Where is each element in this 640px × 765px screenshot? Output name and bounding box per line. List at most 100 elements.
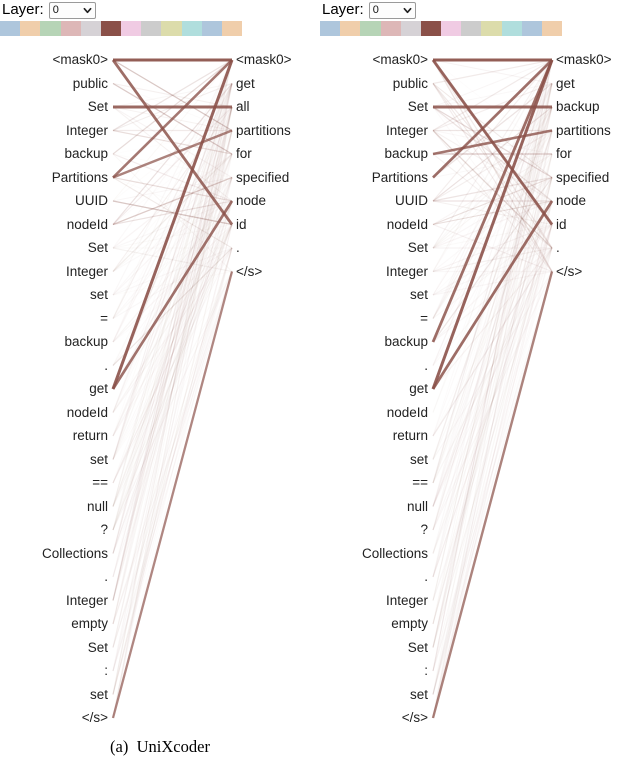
source-token[interactable]: Collections (362, 546, 428, 561)
target-token[interactable]: id (236, 217, 247, 232)
source-token[interactable]: : (424, 664, 428, 678)
head-swatch-9[interactable] (161, 21, 182, 36)
head-swatch-1[interactable] (320, 21, 341, 36)
target-token[interactable]: get (236, 76, 255, 91)
source-token[interactable]: empty (391, 617, 428, 631)
head-swatch-2[interactable] (340, 21, 361, 36)
head-swatch-12[interactable] (221, 21, 243, 36)
source-token[interactable]: get (409, 382, 428, 396)
source-token[interactable]: ? (420, 523, 428, 537)
source-token[interactable]: = (420, 311, 428, 326)
source-token[interactable]: backup (384, 147, 428, 161)
target-token[interactable]: specified (236, 170, 289, 185)
target-token[interactable]: for (556, 147, 572, 161)
head-swatch-1[interactable] (0, 21, 21, 36)
source-token[interactable]: nodeId (67, 405, 108, 420)
source-token[interactable]: backup (64, 335, 108, 349)
source-token[interactable]: . (104, 358, 108, 373)
source-token[interactable]: public (393, 76, 428, 91)
source-token[interactable]: Integer (66, 123, 108, 138)
target-token[interactable]: partitions (556, 123, 611, 138)
source-token[interactable]: null (407, 499, 428, 514)
source-token[interactable]: set (410, 687, 428, 702)
head-swatch-2[interactable] (20, 21, 41, 36)
head-swatch-10[interactable] (501, 21, 522, 36)
target-token[interactable]: <mask0> (236, 53, 292, 67)
head-color-legend-a[interactable] (0, 21, 243, 36)
head-swatch-9[interactable] (481, 21, 502, 36)
target-token[interactable]: </s> (236, 264, 262, 279)
source-token[interactable]: return (393, 429, 428, 443)
head-swatch-11[interactable] (201, 21, 222, 36)
source-token[interactable]: set (90, 687, 108, 702)
source-token[interactable]: <mask0> (52, 53, 108, 67)
source-token[interactable]: </s> (82, 711, 108, 725)
target-token[interactable]: all (236, 100, 250, 114)
source-token[interactable]: set (90, 288, 108, 302)
head-swatch-5[interactable] (80, 21, 101, 36)
source-token[interactable]: return (73, 429, 108, 443)
source-token[interactable]: public (73, 76, 108, 91)
head-swatch-3[interactable] (40, 21, 61, 36)
head-color-legend-b[interactable] (320, 21, 563, 36)
target-token[interactable]: for (236, 147, 252, 161)
source-token[interactable]: == (92, 476, 108, 490)
source-token[interactable]: set (90, 452, 108, 467)
source-token[interactable]: set (410, 452, 428, 467)
target-token[interactable]: node (236, 194, 266, 208)
source-token[interactable]: nodeId (387, 217, 428, 232)
source-token[interactable]: Set (408, 640, 428, 655)
head-swatch-4[interactable] (60, 21, 81, 36)
source-token[interactable]: Set (408, 100, 428, 114)
source-token[interactable]: Set (88, 241, 108, 255)
source-token[interactable]: Integer (386, 123, 428, 138)
target-token[interactable]: get (556, 76, 575, 91)
source-token[interactable]: backup (384, 335, 428, 349)
target-token[interactable]: id (556, 217, 567, 232)
head-swatch-10[interactable] (181, 21, 202, 36)
source-token[interactable]: == (412, 476, 428, 490)
target-token[interactable]: <mask0> (556, 53, 612, 67)
source-token[interactable]: Integer (386, 264, 428, 279)
target-token[interactable]: . (236, 241, 240, 255)
source-token[interactable]: Partitions (372, 170, 428, 185)
head-swatch-4[interactable] (380, 21, 401, 36)
source-token[interactable]: Integer (66, 593, 108, 608)
target-token[interactable]: specified (556, 170, 609, 185)
head-swatch-11[interactable] (521, 21, 542, 36)
head-swatch-5[interactable] (400, 21, 421, 36)
source-token[interactable]: nodeId (67, 217, 108, 232)
head-swatch-6[interactable] (100, 21, 122, 36)
source-token[interactable]: . (424, 570, 428, 584)
head-swatch-12[interactable] (541, 21, 563, 36)
source-token[interactable]: Integer (66, 264, 108, 279)
target-token[interactable]: . (556, 241, 560, 255)
source-token[interactable]: . (104, 570, 108, 584)
source-token[interactable]: backup (64, 147, 108, 161)
target-token[interactable]: partitions (236, 123, 291, 138)
source-token[interactable]: null (87, 499, 108, 514)
source-token[interactable]: = (100, 311, 108, 326)
source-token[interactable]: Set (88, 100, 108, 114)
head-swatch-8[interactable] (141, 21, 162, 36)
target-token[interactable]: node (556, 194, 586, 208)
source-token[interactable]: UUID (75, 194, 108, 208)
source-token[interactable]: : (104, 664, 108, 678)
source-token[interactable]: UUID (395, 194, 428, 208)
source-token[interactable]: </s> (402, 711, 428, 725)
source-token[interactable]: nodeId (387, 405, 428, 420)
layer-select-a[interactable]: 0 (48, 1, 96, 19)
head-swatch-3[interactable] (360, 21, 381, 36)
source-token[interactable]: set (410, 288, 428, 302)
layer-select-b[interactable]: 0 (368, 1, 416, 19)
target-token[interactable]: </s> (556, 264, 582, 279)
source-token[interactable]: Set (408, 241, 428, 255)
source-token[interactable]: . (424, 358, 428, 373)
source-token[interactable]: Collections (42, 546, 108, 561)
source-token[interactable]: Set (88, 640, 108, 655)
target-token[interactable]: backup (556, 100, 600, 114)
source-token[interactable]: <mask0> (372, 53, 428, 67)
source-token[interactable]: Partitions (52, 170, 108, 185)
head-swatch-7[interactable] (121, 21, 142, 36)
source-token[interactable]: Integer (386, 593, 428, 608)
